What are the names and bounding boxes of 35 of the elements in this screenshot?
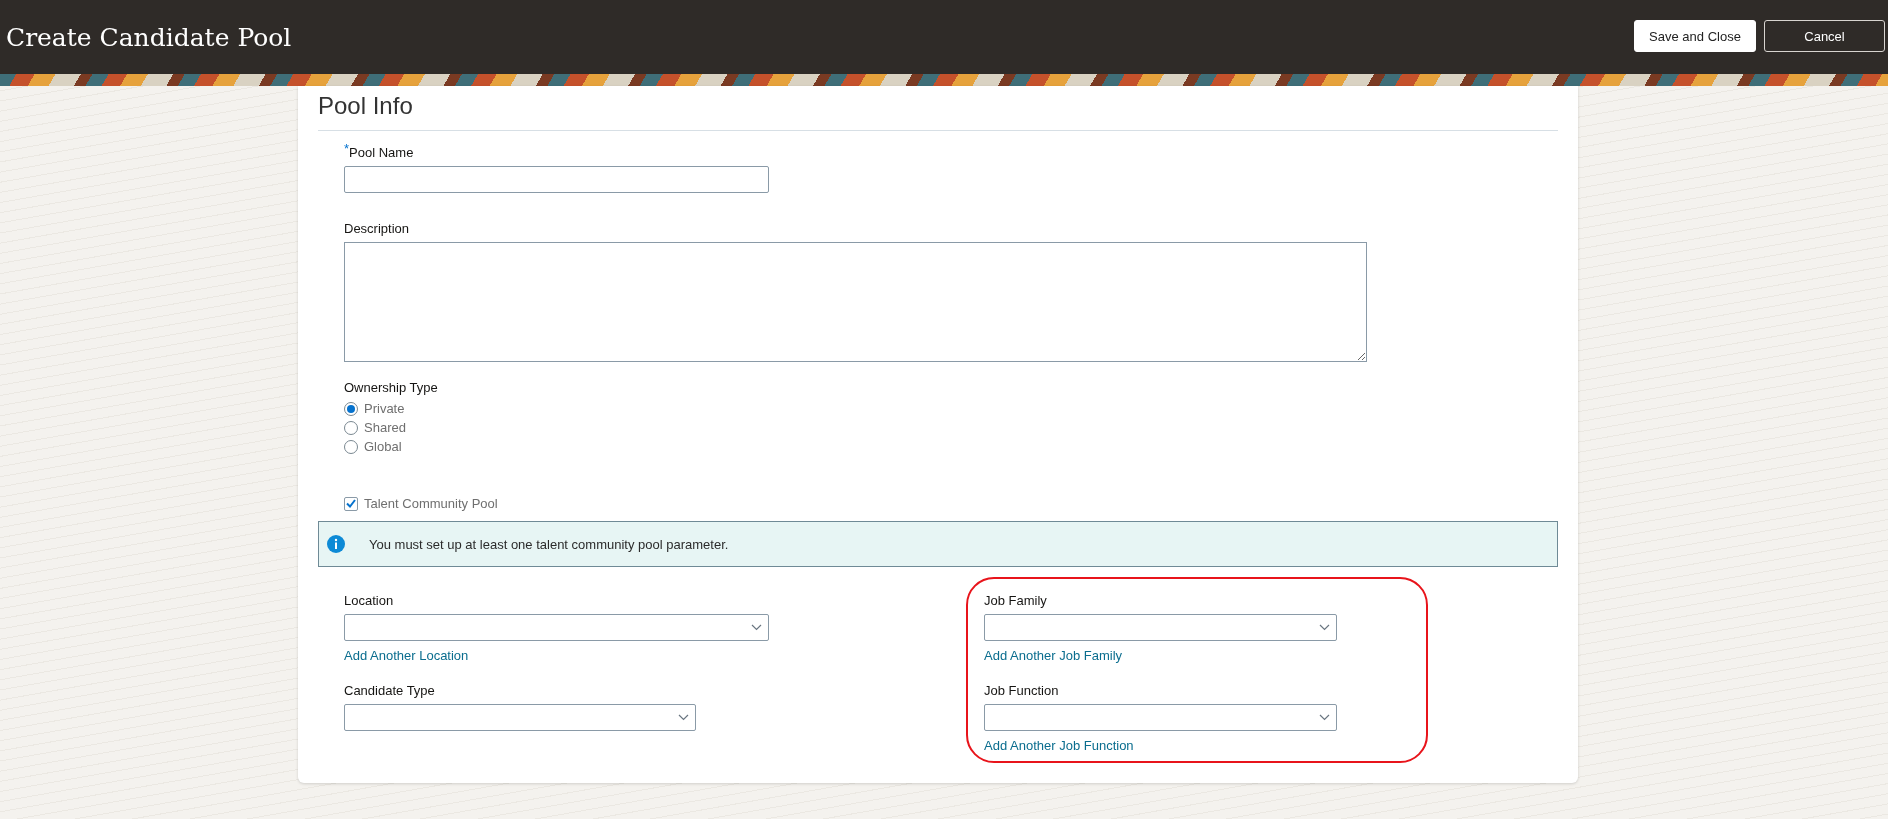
description-field[interactable] — [344, 242, 1367, 362]
required-mark: * — [344, 141, 350, 156]
chevron-down-icon — [1319, 714, 1330, 721]
dropdown-field[interactable] — [344, 614, 769, 641]
chevron-down-icon — [678, 714, 689, 721]
field-label: Pool Name — [349, 145, 414, 160]
field-label: Ownership Type — [344, 380, 438, 395]
radio-button[interactable] — [344, 420, 358, 435]
dropdown-field[interactable] — [344, 704, 696, 731]
page-title: Create Candidate Pool — [6, 22, 292, 52]
add-another-link[interactable]: Add Another Job Function — [984, 738, 1134, 753]
field-label: Job Function — [984, 683, 1059, 698]
dropdown-field[interactable] — [984, 614, 1337, 641]
field-label: Description — [344, 221, 410, 236]
add-another-link[interactable]: Add Another Job Family — [984, 648, 1123, 663]
checkbox-label: Talent Community Pool — [364, 496, 498, 511]
radio-button[interactable] — [344, 401, 358, 416]
save-button[interactable]: Save and Close — [1634, 20, 1756, 52]
section-title: Pool Info — [318, 92, 1558, 131]
radio-label: Shared — [364, 420, 406, 435]
field-label: Job Family — [984, 593, 1047, 608]
field-label: Candidate Type — [344, 683, 435, 698]
chevron-down-icon — [751, 624, 762, 631]
checkbox[interactable] — [344, 496, 358, 511]
dropdown-field[interactable] — [984, 704, 1337, 731]
info-icon — [327, 535, 345, 553]
radio-button[interactable] — [344, 439, 358, 454]
radio-label: Private — [364, 401, 405, 416]
chevron-down-icon — [1319, 624, 1330, 631]
field-label: Location — [344, 593, 394, 608]
radio-label: Global — [364, 439, 402, 454]
cancel-button[interactable]: Cancel — [1764, 20, 1885, 52]
info-message: You must set up at least one talent community pool parameter. — [369, 536, 729, 552]
pool-name-field[interactable] — [344, 166, 769, 193]
add-another-link[interactable]: Add Another Location — [344, 648, 469, 663]
